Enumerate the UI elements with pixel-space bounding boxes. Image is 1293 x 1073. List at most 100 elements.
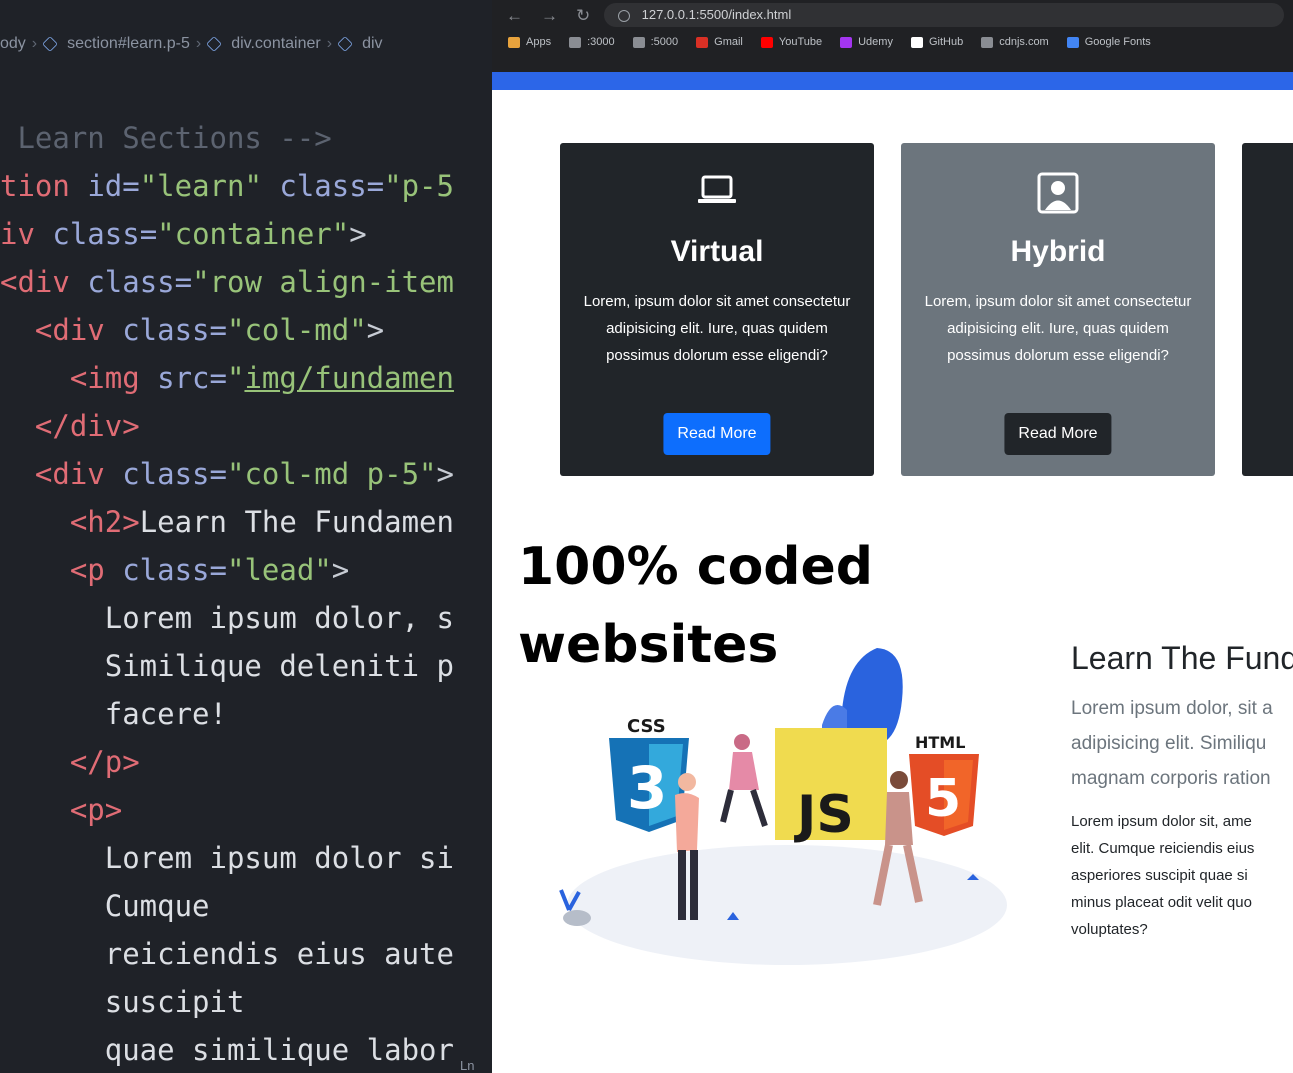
- card-third: [1242, 143, 1293, 476]
- breadcrumb-item[interactable]: section#learn.p-5: [67, 35, 190, 53]
- code-line[interactable]: tion id="learn" class="p-5: [0, 162, 454, 210]
- css-label: CSS: [627, 716, 666, 737]
- browser-toolbar: ← → ↻ 127.0.0.1:5500/index.html Apps :300…: [492, 0, 1293, 72]
- status-line-column[interactable]: Ln: [460, 1058, 474, 1073]
- bookmark-icon: [760, 36, 773, 48]
- js-logo: JS: [775, 728, 887, 845]
- code-token: <img: [0, 361, 158, 395]
- code-token: class=: [122, 553, 227, 587]
- card-hybrid: Hybrid Lorem, ipsum dolor sit amet conse…: [901, 143, 1215, 476]
- body-line: elit. Cumque reiciendis eius: [1071, 840, 1255, 857]
- chevron-right-icon: ›: [31, 35, 38, 52]
- navbar-strip: [492, 72, 1293, 90]
- card-virtual: Virtual Lorem, ipsum dolor sit amet cons…: [560, 143, 874, 476]
- code-token: facere!: [0, 697, 227, 731]
- code-line[interactable]: Lorem ipsum dolor si: [0, 834, 454, 882]
- bookmark-label: GitHub: [928, 36, 964, 48]
- code-token: <p>: [0, 793, 123, 827]
- code-token: Learn Sections -->: [0, 121, 332, 155]
- code-token: reiciendis eius aute: [0, 937, 454, 971]
- code-line[interactable]: </p>: [0, 738, 454, 786]
- code-token: class=: [52, 217, 158, 251]
- learn-body: Lorem ipsum dolor sit, ame elit. Cumque …: [1071, 808, 1293, 943]
- bookmark-item[interactable]: Apps: [508, 36, 551, 48]
- bookmark-item[interactable]: :3000: [569, 36, 615, 48]
- code-token: "row align-item: [192, 265, 454, 299]
- card-text: Lorem, ipsum dolor sit amet consectetur …: [924, 293, 1192, 364]
- code-token: Learn The Fundamen: [139, 505, 454, 539]
- code-line[interactable]: <div class="col-md p-5">: [0, 450, 454, 498]
- lead-line: magnam corporis ration: [1071, 768, 1271, 789]
- code-line[interactable]: Similique deleniti p: [0, 642, 454, 690]
- code-token: >: [436, 457, 454, 491]
- code-line[interactable]: Cumque: [0, 882, 454, 930]
- code-token: Cumque: [0, 889, 210, 923]
- learn-section: Learn The Fund Lorem ipsum dolor, sit a …: [1071, 640, 1293, 943]
- url-text: 127.0.0.1:5500/index.html: [641, 7, 792, 22]
- bookmark-item[interactable]: YouTube: [760, 36, 822, 48]
- bookmark-icon: [1066, 36, 1079, 48]
- code-line[interactable]: Lorem ipsum dolor, s: [0, 594, 454, 642]
- code-line[interactable]: Learn Sections -->: [0, 114, 454, 162]
- code-line[interactable]: <h2>Learn The Fundamen: [0, 498, 454, 546]
- code-line[interactable]: <p class="lead">: [0, 546, 454, 594]
- code-token: Similique deleniti p: [0, 649, 454, 683]
- back-icon[interactable]: ←: [506, 6, 523, 26]
- address-bar[interactable]: 127.0.0.1:5500/index.html: [604, 3, 1284, 27]
- card-title: Virtual: [670, 235, 764, 268]
- code-line[interactable]: <div class="col-md">: [0, 306, 454, 354]
- element-icon: [337, 36, 353, 52]
- code-line[interactable]: reiciendis eius aute: [0, 930, 454, 978]
- code-line[interactable]: <div class="row align-item: [0, 258, 454, 306]
- code-token: <div: [0, 457, 123, 491]
- laptop-icon: [696, 171, 738, 214]
- element-icon: [206, 36, 223, 52]
- code-token: tion: [0, 169, 88, 203]
- code-line[interactable]: </div>: [0, 402, 454, 450]
- forward-icon[interactable]: →: [541, 6, 558, 26]
- code-line[interactable]: iv class="container">: [0, 210, 454, 258]
- js-label: JS: [794, 785, 854, 845]
- code-token: class=: [122, 313, 227, 347]
- code-line[interactable]: <img src="img/fundamen: [0, 354, 454, 402]
- bookmark-item[interactable]: Google Fonts: [1066, 36, 1151, 48]
- read-more-button[interactable]: Read More: [1004, 413, 1112, 455]
- info-icon[interactable]: [618, 9, 630, 22]
- code-line[interactable]: quae similique labor: [0, 1026, 454, 1073]
- code-token: "learn": [139, 169, 262, 203]
- code-token: suscipit: [0, 985, 245, 1019]
- body-line: Lorem ipsum dolor sit, ame: [1071, 813, 1252, 830]
- bookmark-icon: [569, 36, 582, 48]
- card-text: Lorem, ipsum dolor sit amet consectetur …: [583, 293, 851, 364]
- code-editor[interactable]: ody › section#learn.p-5 › div.container …: [0, 0, 492, 1073]
- overlay-line: 100% coded: [518, 537, 874, 597]
- bookmark-item[interactable]: GitHub: [910, 36, 964, 48]
- code-line[interactable]: suscipit: [0, 978, 454, 1026]
- code-token: "lead": [226, 553, 332, 587]
- bookmark-icon: [981, 36, 994, 48]
- code-token: <h2>: [0, 505, 140, 539]
- bookmark-item[interactable]: Gmail: [696, 36, 743, 48]
- read-more-button[interactable]: Read More: [663, 413, 771, 455]
- code-area[interactable]: Learn Sections --> tion id="learn" class=…: [0, 114, 454, 1073]
- breadcrumb-item[interactable]: div: [362, 35, 382, 53]
- bookmark-item[interactable]: :5000: [632, 36, 678, 48]
- body-line: voluptates?: [1071, 921, 1148, 938]
- bookmarks-bar: Apps :3000 :5000 Gmail YouTube Udemy GitHub cdn…: [508, 36, 1151, 48]
- code-token: iv: [0, 217, 53, 251]
- bookmark-item[interactable]: Udemy: [840, 36, 893, 48]
- code-line[interactable]: <p>: [0, 786, 454, 834]
- code-token: quae similique labor: [0, 1033, 454, 1067]
- body-line: minus placeat odit velit quo: [1071, 894, 1252, 911]
- reload-icon[interactable]: ↻: [576, 6, 590, 26]
- element-icon: [42, 36, 59, 52]
- code-token: </p>: [0, 745, 140, 779]
- code-line[interactable]: facere!: [0, 690, 454, 738]
- breadcrumb-item[interactable]: div.container: [231, 35, 321, 53]
- code-token: "container": [157, 217, 350, 251]
- svg-text:5: 5: [925, 769, 961, 829]
- lead-line: adipisicing elit. Similiqu: [1071, 733, 1267, 754]
- card-title: Hybrid: [1010, 235, 1106, 268]
- bookmark-item[interactable]: cdnjs.com: [981, 36, 1049, 48]
- breadcrumb-item[interactable]: ody: [0, 35, 26, 53]
